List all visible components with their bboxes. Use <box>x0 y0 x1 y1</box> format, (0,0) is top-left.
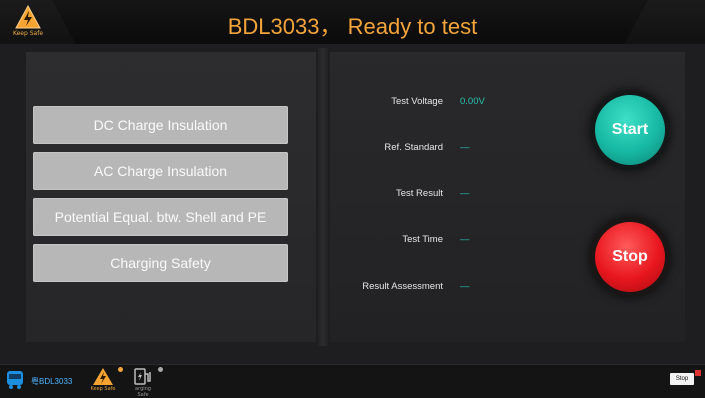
truck-icon <box>7 371 23 389</box>
potential-equalization-button[interactable]: Potential Equal. btw. Shell and PE <box>33 198 288 236</box>
test-time-value: — <box>460 234 470 245</box>
charging-safe-app-label: arging Safe <box>135 386 151 398</box>
keep-safe-app[interactable]: Keep Safe <box>90 367 116 392</box>
page-title: BDL3033， Ready to test <box>227 14 478 39</box>
test-result-value: — <box>460 188 470 199</box>
charging-safety-button[interactable]: Charging Safety <box>33 244 288 282</box>
ref-standard-label: Ref. Standard <box>384 142 443 153</box>
test-time-label: Test Time <box>402 234 443 245</box>
ref-standard-value: — <box>460 142 470 153</box>
charging-station-icon <box>134 368 151 385</box>
test-voltage-value: 0.00V <box>460 96 485 107</box>
stop-button[interactable]: Stop <box>595 222 665 292</box>
ac-charge-insulation-button[interactable]: AC Charge Insulation <box>33 152 288 190</box>
warning-lightning-icon <box>93 368 113 385</box>
test-menu-panel <box>26 52 316 342</box>
test-voltage-label: Test Voltage <box>391 96 443 107</box>
inactive-indicator-dot <box>158 367 163 372</box>
dc-charge-insulation-button[interactable]: DC Charge Insulation <box>33 106 288 144</box>
device-label: 粤BDL3033 <box>31 377 73 386</box>
result-assessment-value: — <box>460 281 470 292</box>
active-indicator-dot <box>118 367 123 372</box>
test-result-label: Test Result <box>396 188 443 199</box>
vehicle-app-icon[interactable] <box>5 369 25 395</box>
close-icon[interactable] <box>695 370 701 376</box>
start-button[interactable]: Start <box>595 95 665 165</box>
result-assessment-label: Result Assessment <box>362 281 443 292</box>
charging-safe-app[interactable]: arging Safe <box>130 367 156 398</box>
mini-stop-button[interactable]: Stop <box>670 373 694 385</box>
keep-safe-app-label: Keep Safe <box>90 386 116 392</box>
